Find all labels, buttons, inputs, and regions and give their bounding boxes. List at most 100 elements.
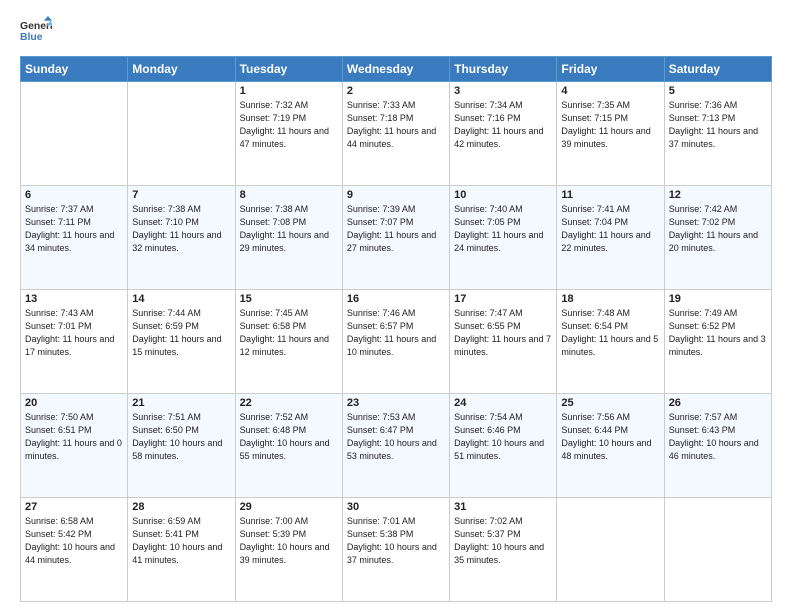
calendar-cell: 27Sunrise: 6:58 AM Sunset: 5:42 PM Dayli… [21, 498, 128, 602]
calendar-header-row: SundayMondayTuesdayWednesdayThursdayFrid… [21, 57, 772, 82]
calendar-cell: 12 Sunrise: 7:42 AM Sunset: 7:02 PM Dayli… [664, 186, 771, 290]
weekday-header: Thursday [450, 57, 557, 82]
svg-text:General: General [20, 21, 52, 32]
day-number: 28 [132, 501, 230, 513]
day-number: 9 [347, 189, 445, 201]
day-info: Sunrise: 7:32 AM Sunset: 7:19 PM Dayligh… [240, 99, 338, 151]
day-number: 18 [561, 293, 659, 305]
day-info: Sunrise: 7:00 AM Sunset: 5:39 PM Dayligh… [240, 515, 338, 567]
day-number: 2 [347, 85, 445, 97]
calendar-cell: 9 Sunrise: 7:39 AM Sunset: 7:07 PM Daylig… [342, 186, 449, 290]
day-info: Sunrise: 7:35 AM Sunset: 7:15 PM Dayligh… [561, 99, 659, 151]
calendar-cell: 5Sunrise: 7:36 AM Sunset: 7:13 PM Daylig… [664, 82, 771, 186]
day-info: Sunrise: 7:50 AM Sunset: 6:51 PM Dayligh… [25, 411, 123, 463]
day-number: 3 [454, 85, 552, 97]
weekday-header: Sunday [21, 57, 128, 82]
day-info: Sunrise: 7:54 AM Sunset: 6:46 PM Dayligh… [454, 411, 552, 463]
day-number: 5 [669, 85, 767, 97]
calendar-cell: 8Sunrise: 7:38 AM Sunset: 7:08 PM Daylig… [235, 186, 342, 290]
calendar-cell: 3 Sunrise: 7:34 AM Sunset: 7:16 PM Daylig… [450, 82, 557, 186]
calendar-week-row: 6 Sunrise: 7:37 AM Sunset: 7:11 PM Daylig… [21, 186, 772, 290]
calendar-week-row: 27Sunrise: 6:58 AM Sunset: 5:42 PM Dayli… [21, 498, 772, 602]
day-info: Sunrise: 7:56 AM Sunset: 6:44 PM Dayligh… [561, 411, 659, 463]
weekday-header: Tuesday [235, 57, 342, 82]
calendar-cell: 10Sunrise: 7:40 AM Sunset: 7:05 PM Dayli… [450, 186, 557, 290]
calendar-cell: 28Sunrise: 6:59 AM Sunset: 5:41 PM Dayli… [128, 498, 235, 602]
calendar-cell: 19Sunrise: 7:49 AM Sunset: 6:52 PM Dayli… [664, 290, 771, 394]
day-info: Sunrise: 7:48 AM Sunset: 6:54 PM Dayligh… [561, 307, 659, 359]
calendar-week-row: 13 Sunrise: 7:43 AM Sunset: 7:01 PM Dayli… [21, 290, 772, 394]
calendar-cell: 25Sunrise: 7:56 AM Sunset: 6:44 PM Dayli… [557, 394, 664, 498]
calendar-cell: 23 Sunrise: 7:53 AM Sunset: 6:47 PM Dayli… [342, 394, 449, 498]
calendar-cell: 18 Sunrise: 7:48 AM Sunset: 6:54 PM Dayli… [557, 290, 664, 394]
day-info: Sunrise: 7:33 AM Sunset: 7:18 PM Dayligh… [347, 99, 445, 151]
calendar-cell: 29 Sunrise: 7:00 AM Sunset: 5:39 PM Dayli… [235, 498, 342, 602]
day-info: Sunrise: 7:45 AM Sunset: 6:58 PM Dayligh… [240, 307, 338, 359]
calendar-cell: 26Sunrise: 7:57 AM Sunset: 6:43 PM Dayli… [664, 394, 771, 498]
day-number: 17 [454, 293, 552, 305]
day-number: 11 [561, 189, 659, 201]
day-info: Sunrise: 7:38 AM Sunset: 7:10 PM Dayligh… [132, 203, 230, 255]
day-number: 24 [454, 397, 552, 409]
day-info: Sunrise: 7:01 AM Sunset: 5:38 PM Dayligh… [347, 515, 445, 567]
logo-icon: GeneralBlue [20, 16, 52, 48]
day-number: 16 [347, 293, 445, 305]
day-number: 19 [669, 293, 767, 305]
day-info: Sunrise: 7:39 AM Sunset: 7:07 PM Dayligh… [347, 203, 445, 255]
day-number: 26 [669, 397, 767, 409]
weekday-header: Saturday [664, 57, 771, 82]
calendar-cell: 30Sunrise: 7:01 AM Sunset: 5:38 PM Dayli… [342, 498, 449, 602]
calendar-cell: 24 Sunrise: 7:54 AM Sunset: 6:46 PM Dayli… [450, 394, 557, 498]
calendar-cell [128, 82, 235, 186]
calendar-cell [21, 82, 128, 186]
day-number: 13 [25, 293, 123, 305]
day-info: Sunrise: 7:46 AM Sunset: 6:57 PM Dayligh… [347, 307, 445, 359]
day-info: Sunrise: 7:37 AM Sunset: 7:11 PM Dayligh… [25, 203, 123, 255]
calendar-cell: 4 Sunrise: 7:35 AM Sunset: 7:15 PM Daylig… [557, 82, 664, 186]
weekday-header: Wednesday [342, 57, 449, 82]
svg-text:Blue: Blue [20, 32, 43, 43]
day-number: 4 [561, 85, 659, 97]
day-number: 1 [240, 85, 338, 97]
day-number: 6 [25, 189, 123, 201]
day-number: 29 [240, 501, 338, 513]
calendar-week-row: 20 Sunrise: 7:50 AM Sunset: 6:51 PM Dayli… [21, 394, 772, 498]
page: GeneralBlue SundayMondayTuesdayWednesday… [0, 0, 792, 612]
day-number: 10 [454, 189, 552, 201]
calendar-cell: 11 Sunrise: 7:41 AM Sunset: 7:04 PM Dayli… [557, 186, 664, 290]
day-number: 7 [132, 189, 230, 201]
weekday-header: Monday [128, 57, 235, 82]
day-info: Sunrise: 7:34 AM Sunset: 7:16 PM Dayligh… [454, 99, 552, 151]
calendar-cell: 22 Sunrise: 7:52 AM Sunset: 6:48 PM Dayli… [235, 394, 342, 498]
day-info: Sunrise: 7:47 AM Sunset: 6:55 PM Dayligh… [454, 307, 552, 359]
day-number: 23 [347, 397, 445, 409]
day-info: Sunrise: 7:53 AM Sunset: 6:47 PM Dayligh… [347, 411, 445, 463]
header: GeneralBlue [20, 16, 772, 48]
calendar-cell: 7 Sunrise: 7:38 AM Sunset: 7:10 PM Daylig… [128, 186, 235, 290]
calendar-week-row: 1 Sunrise: 7:32 AM Sunset: 7:19 PM Daylig… [21, 82, 772, 186]
day-number: 22 [240, 397, 338, 409]
calendar-cell: 17 Sunrise: 7:47 AM Sunset: 6:55 PM Dayli… [450, 290, 557, 394]
calendar-table: SundayMondayTuesdayWednesdayThursdayFrid… [20, 56, 772, 602]
day-number: 31 [454, 501, 552, 513]
day-info: Sunrise: 7:42 AM Sunset: 7:02 PM Dayligh… [669, 203, 767, 255]
day-number: 8 [240, 189, 338, 201]
calendar-cell: 15Sunrise: 7:45 AM Sunset: 6:58 PM Dayli… [235, 290, 342, 394]
day-info: Sunrise: 7:41 AM Sunset: 7:04 PM Dayligh… [561, 203, 659, 255]
calendar-cell: 1 Sunrise: 7:32 AM Sunset: 7:19 PM Daylig… [235, 82, 342, 186]
day-info: Sunrise: 6:58 AM Sunset: 5:42 PM Dayligh… [25, 515, 123, 567]
day-info: Sunrise: 7:52 AM Sunset: 6:48 PM Dayligh… [240, 411, 338, 463]
calendar-cell [557, 498, 664, 602]
calendar-cell: 6 Sunrise: 7:37 AM Sunset: 7:11 PM Daylig… [21, 186, 128, 290]
day-info: Sunrise: 7:43 AM Sunset: 7:01 PM Dayligh… [25, 307, 123, 359]
calendar-cell: 21 Sunrise: 7:51 AM Sunset: 6:50 PM Dayli… [128, 394, 235, 498]
day-number: 21 [132, 397, 230, 409]
day-number: 12 [669, 189, 767, 201]
calendar-cell [664, 498, 771, 602]
day-number: 14 [132, 293, 230, 305]
day-info: Sunrise: 7:51 AM Sunset: 6:50 PM Dayligh… [132, 411, 230, 463]
day-number: 20 [25, 397, 123, 409]
calendar-cell: 13 Sunrise: 7:43 AM Sunset: 7:01 PM Dayli… [21, 290, 128, 394]
calendar-cell: 31Sunrise: 7:02 AM Sunset: 5:37 PM Dayli… [450, 498, 557, 602]
day-info: Sunrise: 7:44 AM Sunset: 6:59 PM Dayligh… [132, 307, 230, 359]
